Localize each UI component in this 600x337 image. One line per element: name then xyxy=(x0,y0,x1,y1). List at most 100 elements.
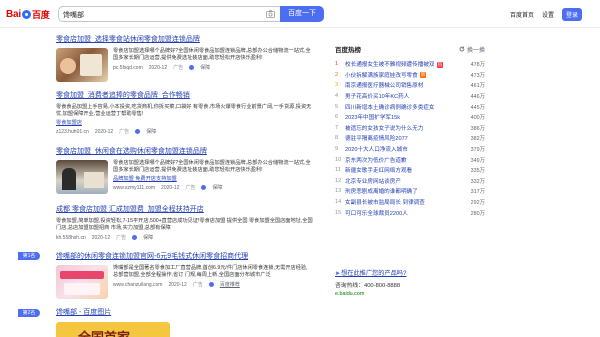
hot-item-label: 小伙拆解满族家庭娃改写零食 xyxy=(345,72,418,79)
image-thumbnail[interactable]: 全国首家 xyxy=(56,322,170,337)
result-item: 零食加盟_消费者追捧的零食品牌_合作畅销 零食食品加盟上手容易,小本投资,吃货商… xyxy=(56,90,314,135)
hot-item-title[interactable]: 刑房悲剧成离婚的谁都明确了 xyxy=(345,187,459,195)
hot-rank-number: 11 xyxy=(335,167,341,174)
hot-list-item[interactable]: 11 新疆女歌手走红网络方观看 335万 xyxy=(335,165,485,176)
result-date: 2020-12 xyxy=(94,128,114,135)
search-button[interactable]: 百度一下 xyxy=(280,6,324,22)
hot-list-item[interactable]: 5 四川新增本土确诊病例确诊多类症女 445万 xyxy=(335,101,485,112)
guarantee-label[interactable]: 保障 xyxy=(143,234,153,241)
promo-url[interactable]: e.baidu.com xyxy=(335,291,485,297)
result-title[interactable]: 馋嘴部的休闲零食连锁加盟官网-6元9毛钱式休闲零食招商代理 xyxy=(56,251,314,261)
result-item: 零食店加盟_休闲食在选购休闲零食加盟连锁品牌 零食店加盟选择哪个品牌好?全国休闲… xyxy=(56,146,314,194)
result-url[interactable]: z123.huh01.cn xyxy=(56,129,89,135)
hot-item-title[interactable]: 2023年中国扩学军15k xyxy=(345,113,459,121)
result-snippet: 馋嘴部是全国著名零食加工厂直营品牌,首创6.9元/件门店休闲零食连锁,无需开店经… xyxy=(113,265,308,278)
result-title[interactable]: 馋嘴部 - 百度图片 xyxy=(56,307,314,317)
hot-item-title[interactable]: 四川新增本土确诊病例确诊多类症女 xyxy=(345,103,459,111)
hot-list-item[interactable]: 8 德驻平隔离疫情风险2077 382万 xyxy=(335,133,485,144)
hot-list-item[interactable]: 10 京东两次为低价广告道歉 349万 xyxy=(335,154,485,165)
hot-item-count: 386万 xyxy=(470,125,485,132)
hot-item-count: 292万 xyxy=(470,200,485,207)
refresh-icon xyxy=(459,46,465,52)
hot-item-count: 461万 xyxy=(470,83,485,90)
camera-icon[interactable] xyxy=(266,10,275,18)
hot-rank-number: 3 xyxy=(335,82,339,89)
hot-item-title[interactable]: 2020十大人口净流入城市 xyxy=(345,145,459,153)
hot-list-item[interactable]: 9 2020十大人口净流入城市 379万 xyxy=(335,144,485,155)
result-title[interactable]: 成都 零食店加盟 汇成加盟费_加盟全程扶持开店 xyxy=(56,204,314,214)
hot-item-label: 德驻平隔离疫情风险2077 xyxy=(345,136,408,143)
hot-item-label: 新疆女歌手走红网络方观看 xyxy=(345,168,413,175)
hot-item-title[interactable]: 新疆女歌手走红网络方观看 xyxy=(345,166,459,174)
hot-list-item[interactable]: 4 男子花高价买10年KC药人 446万 xyxy=(335,91,485,102)
link-baidu-home[interactable]: 百度首页 xyxy=(510,10,534,19)
hot-list-title: 百度热榜 xyxy=(335,47,361,54)
hot-item-title[interactable]: 南京通报医疗器械公司销售原材 xyxy=(345,81,459,89)
hot-item-title[interactable]: 小伙拆解满族家庭娃改写零食新 xyxy=(345,71,459,79)
rank-badge: 第1名 xyxy=(18,252,40,260)
thumb-text: 全国首家 xyxy=(78,327,130,337)
ad-label: 广告 xyxy=(192,282,203,288)
hot-item-label: 刑房悲剧成离婚的谁都明确了 xyxy=(345,189,418,196)
hot-item-label: 2023年中国扩学军15k xyxy=(345,115,401,122)
logo-text-bai: Bai xyxy=(6,8,21,20)
result-url[interactable]: kh.558hsh.cn xyxy=(56,235,86,241)
search-box xyxy=(58,6,280,22)
hot-rank-number: 13 xyxy=(335,188,342,195)
hot-list-item[interactable]: 2 小伙拆解满族家庭娃改写零食新 473万 xyxy=(335,70,485,81)
hot-item-title[interactable]: 校长通报女生被不雅视频遭传播被双热 xyxy=(345,60,459,68)
hot-item-count: 379万 xyxy=(470,147,485,154)
ad-label: 广告 xyxy=(173,65,184,71)
guarantee-label[interactable]: 保障 xyxy=(146,128,156,135)
result-sublink[interactable]: 品牌加盟 免费开店支持加盟 xyxy=(113,175,311,182)
hot-list-item[interactable]: 1 校长通报女生被不雅视频遭传播被双热 478万 xyxy=(335,59,485,70)
verified-icon xyxy=(189,65,195,70)
hot-item-count: 382万 xyxy=(470,136,485,143)
refresh-button[interactable]: 换一换 xyxy=(459,45,485,54)
hot-item-label: 男子花高价买10年KC药人 xyxy=(345,94,410,101)
hot-item-title[interactable]: 北京专业房网站谈房产 xyxy=(345,177,459,185)
hot-list-item[interactable]: 12 北京专业房网站谈房产 332万 xyxy=(335,176,485,187)
hot-item-count: 400万 xyxy=(470,115,485,122)
guarantee-label[interactable]: 保障 xyxy=(200,64,210,71)
hot-list-item[interactable]: 6 2023年中国扩学军15k 400万 xyxy=(335,112,485,123)
hot-item-title[interactable]: 被遗忘的女孩女子说为什么无力 xyxy=(345,124,459,132)
promo-title[interactable]: ►想在此推广您的产品吗? xyxy=(335,268,485,277)
result-item: 馋嘴部的休闲零食连锁加盟官网-6元9毛钱式休闲零食招商代理 馋嘴部是全国著名零食… xyxy=(56,251,314,299)
hot-item-label: 南京通报医疗器械公司销售原材 xyxy=(345,83,424,90)
hot-item-title[interactable]: 男子花高价买10年KC药人 xyxy=(345,92,459,100)
link-settings[interactable]: 设置 xyxy=(542,10,554,19)
result-url[interactable]: www.chanzuilang.com xyxy=(113,282,162,288)
result-thumbnail[interactable] xyxy=(56,160,108,194)
hot-list-item[interactable]: 14 女副县长被市监局局长 到律调查 292万 xyxy=(335,197,485,208)
hot-item-title[interactable]: 京东两次为低价广告道歉 xyxy=(345,156,459,164)
hot-item-title[interactable]: 女副县长被市监局局长 到律调查 xyxy=(345,198,459,206)
result-sublink[interactable]: 零食加盟店 xyxy=(56,119,314,126)
hot-list-item[interactable]: 15 可口可乐全球裁员2200人 280万 xyxy=(335,207,485,218)
baidu-logo[interactable]: Bai 百度 xyxy=(6,8,50,20)
ad-label: 广告 xyxy=(119,129,130,135)
hot-list-item[interactable]: 7 被遗忘的女孩女子说为什么无力 386万 xyxy=(335,123,485,134)
search-input[interactable] xyxy=(63,9,253,20)
result-url[interactable]: www.szmy111.com xyxy=(113,185,155,191)
top-links: 百度首页 设置 登录 xyxy=(510,8,582,21)
result-snippet: 零食店加盟选择哪个品牌好?全国休闲零食品加盟连锁品牌,总部办公合储物流一站式,全… xyxy=(113,48,311,61)
login-button[interactable]: 登录 xyxy=(561,8,582,21)
promo-box: ►想在此推广您的产品吗? 咨询热线：400-800-8888 e.baidu.c… xyxy=(335,268,485,297)
hot-item-title[interactable]: 可口可乐全球裁员2200人 xyxy=(345,209,459,217)
guarantee-label[interactable]: 保障 xyxy=(212,184,222,191)
result-thumbnail[interactable] xyxy=(56,48,108,82)
result-item: 成都 零食店加盟 汇成加盟费_加盟全程扶持开店 零食加盟,简单加盟,投资轻松,7… xyxy=(56,204,314,241)
result-title[interactable]: 零食店加盟_选择零食站休闲零食加盟连锁品牌 xyxy=(56,34,314,44)
hot-list-item[interactable]: 13 刑房悲剧成离婚的谁都明确了 317万 xyxy=(335,186,485,197)
result-thumbnail[interactable] xyxy=(56,265,108,299)
hot-list-item[interactable]: 3 南京通报医疗器械公司销售原材 461万 xyxy=(335,80,485,91)
result-url[interactable]: pc.5fsqd.com xyxy=(113,65,143,71)
result-title[interactable]: 零食加盟_消费者追捧的零食品牌_合作畅销 xyxy=(56,90,314,100)
hot-rank-number: 12 xyxy=(335,177,342,184)
recommend-label[interactable]: 百度推荐 xyxy=(220,281,240,288)
result-date: 2020-12 xyxy=(148,64,168,71)
result-title[interactable]: 零食店加盟_休闲食在选购休闲零食加盟连锁品牌 xyxy=(56,146,314,156)
hot-item-title[interactable]: 德驻平隔离疫情风险2077 xyxy=(345,134,459,142)
hot-item-label: 北京专业房网站谈房产 xyxy=(345,178,401,185)
